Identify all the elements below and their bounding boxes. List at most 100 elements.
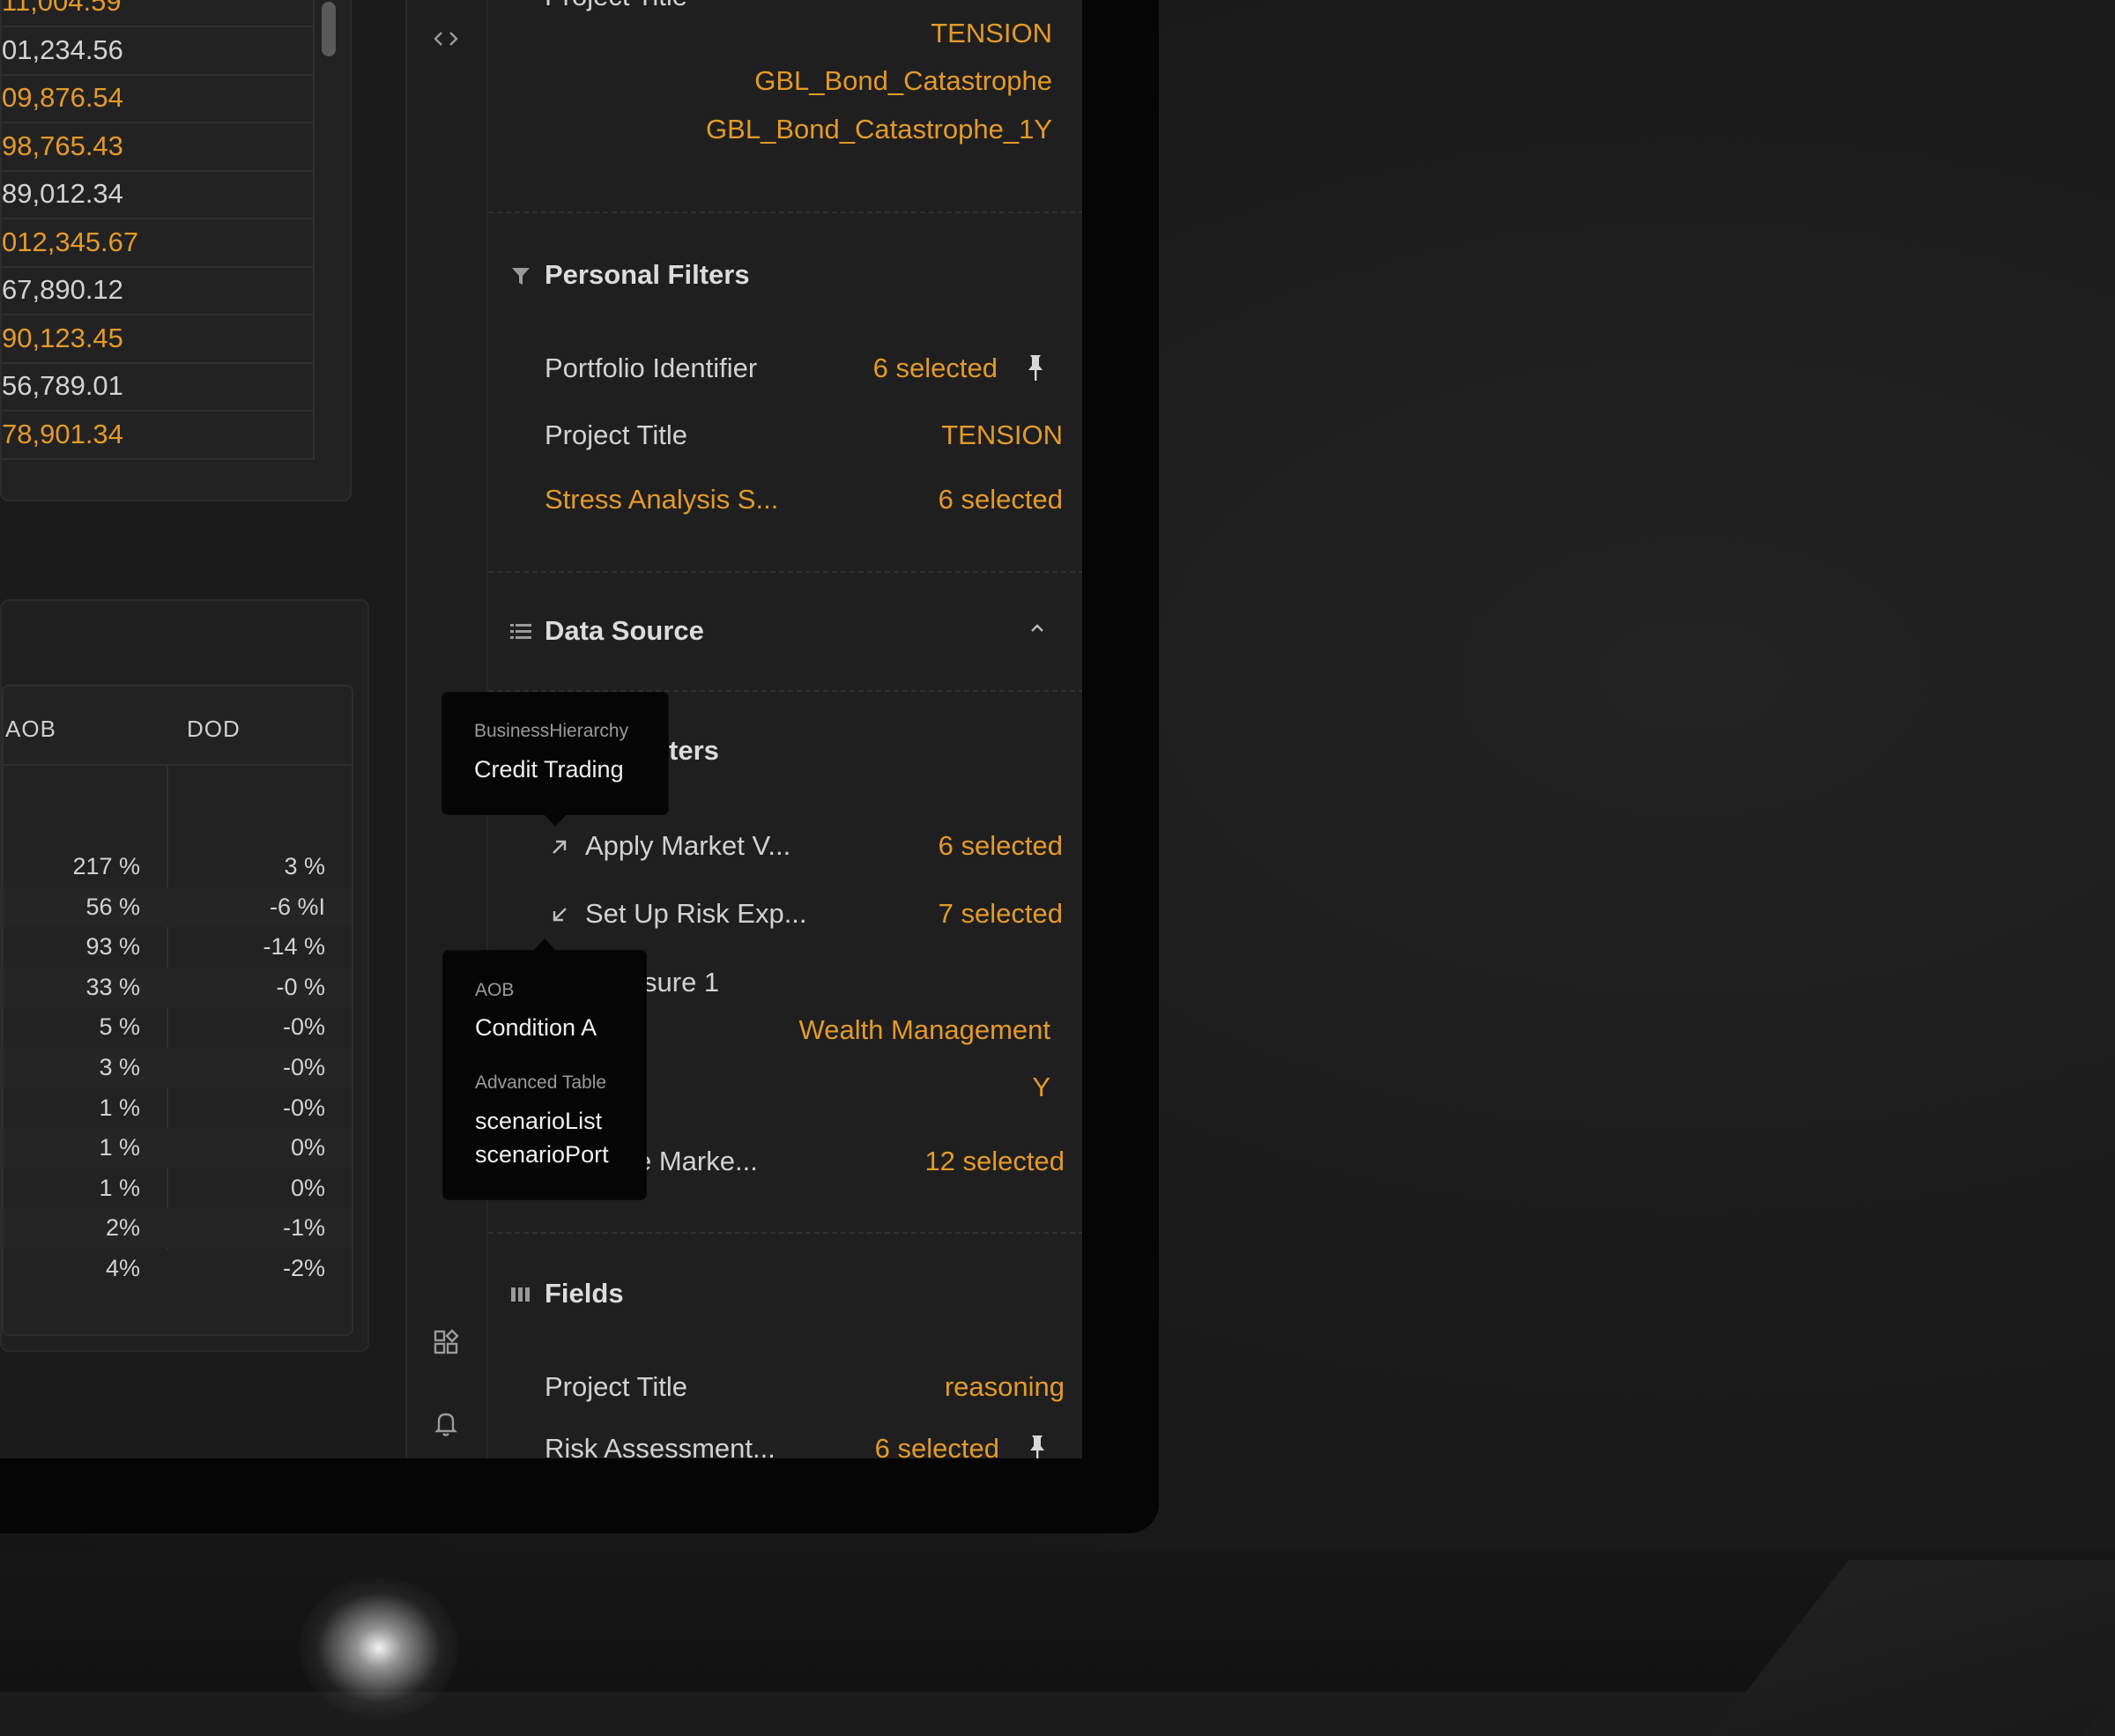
value-row[interactable]: 09,876.54	[2, 74, 315, 123]
apply-market-value[interactable]: 6 selected	[939, 827, 1063, 865]
value-cell: 78,901.34	[2, 418, 123, 449]
monitor-screen: 11,004.59 01,234.56 09,876.54 98,765.43 89,0…	[0, 0, 1082, 1458]
cutoff-label: Project Title	[545, 0, 687, 16]
arrow-down-left-icon	[553, 908, 567, 922]
fields-title[interactable]: Fields	[545, 1278, 624, 1309]
value-row[interactable]: 01,234.56	[2, 26, 315, 76]
percent-table: AOB DOD 217 % 3 % 56 % -6 %I 93 % -14 % 33 % -0…	[2, 685, 353, 1336]
bell-icon[interactable]	[430, 1407, 462, 1439]
table-row[interactable]: 1 % 0%	[4, 1128, 352, 1168]
table-row[interactable]: 4% -2%	[4, 1249, 352, 1288]
top-value-2[interactable]: GBL_Bond_Catastrophe	[754, 65, 1052, 97]
value-cell: 012,345.67	[2, 226, 139, 257]
aob-cell: 5 %	[99, 1013, 140, 1041]
arrow-up-right-icon	[553, 840, 567, 854]
chevron-up-icon[interactable]	[1026, 617, 1049, 646]
value-cell: 01,234.56	[2, 33, 123, 65]
value-cell: 11,004.59	[2, 0, 122, 17]
risk-assessment-value[interactable]: 6 selected	[875, 1429, 999, 1458]
setup-risk-row[interactable]: Set Up Risk Exp... 7 selected	[545, 894, 1063, 933]
pin-icon[interactable]	[1026, 352, 1045, 384]
risk-assessment-label: Risk Assessment...	[545, 1433, 776, 1458]
stress-analysis-value[interactable]: 6 selected	[939, 480, 1063, 519]
table-row[interactable]: 1 % 0%	[4, 1168, 352, 1208]
market-row[interactable]: e Marke... 12 selected	[636, 1142, 1065, 1181]
top-value-1[interactable]: TENSION	[931, 18, 1052, 49]
dod-cell: -0%	[282, 1054, 325, 1080]
value-cell: 67,890.12	[2, 274, 123, 305]
value-row[interactable]: 78,901.34	[2, 410, 315, 460]
table-row[interactable]: 93 % -14 %	[4, 927, 352, 967]
risk-assessment-row[interactable]: Risk Assessment... 6 selected	[545, 1429, 1058, 1458]
section-divider	[488, 690, 1082, 692]
measure-label: sure 1	[643, 967, 720, 998]
tooltip-value-aob: Condition A	[475, 1014, 597, 1041]
setup-risk-label: Set Up Risk Exp...	[585, 898, 807, 929]
aob-cell: 3 %	[99, 1054, 140, 1080]
tooltip-aob: AOB Condition A Advanced Table scenarioL…	[443, 938, 646, 1199]
data-source-title[interactable]: Data Source	[545, 615, 704, 647]
table-row[interactable]: 5 % -0%	[4, 1007, 352, 1047]
market-label: e Marke...	[636, 1146, 758, 1176]
aob-cell: 33 %	[85, 973, 140, 1000]
aob-cell: 1 %	[99, 1134, 140, 1161]
dod-cell: 3 %	[284, 853, 325, 879]
measure-row[interactable]: sure 1	[643, 963, 1058, 1002]
fields-project-title-value[interactable]: reasoning	[945, 1368, 1065, 1406]
stress-analysis-label[interactable]: Stress Analysis S...	[545, 480, 778, 519]
stress-analysis-row[interactable]: Stress Analysis S... 6 selected	[545, 480, 1063, 519]
value-cell: 89,012.34	[2, 178, 123, 209]
portfolio-identifier-value[interactable]: 6 selected	[873, 349, 998, 388]
portfolio-identifier-label: Portfolio Identifier	[545, 352, 758, 383]
table-row[interactable]: 33 % -0 %	[4, 967, 352, 1007]
tooltip-value-scenario-list: scenarioList	[475, 1108, 603, 1134]
value-row[interactable]: 11,004.59	[2, 0, 315, 27]
table-row[interactable]: 217 % 3 %	[4, 847, 352, 887]
project-title-value[interactable]: TENSION	[941, 416, 1063, 455]
columns-icon	[508, 1281, 534, 1308]
portfolio-identifier-row[interactable]: Portfolio Identifier 6 selected	[545, 349, 1058, 388]
tooltip-business-hierarchy: BusinessHierarchy Credit Trading	[442, 693, 668, 827]
y-value[interactable]: Y	[1032, 1072, 1050, 1103]
code-brackets-icon[interactable]	[430, 23, 462, 55]
market-value[interactable]: 12 selected	[924, 1142, 1065, 1181]
column-header-aob[interactable]: AOB	[5, 716, 56, 743]
project-title-row[interactable]: Project Title TENSION	[545, 416, 1063, 455]
personal-filters-title[interactable]: Personal Filters	[545, 259, 750, 291]
values-scrollbar[interactable]	[322, 2, 336, 56]
section-divider	[488, 211, 1082, 213]
floor-light-glow	[300, 1577, 458, 1718]
dod-cell: -0 %	[276, 973, 325, 1000]
dod-cell: 0%	[290, 1174, 325, 1201]
column-header-dod[interactable]: DOD	[187, 716, 241, 743]
aob-cell: 217 %	[72, 853, 140, 879]
value-row[interactable]: 89,012.34	[2, 170, 315, 219]
table-row[interactable]: 1 % -0%	[4, 1088, 352, 1128]
project-title-label: Project Title	[545, 419, 687, 450]
fields-project-title-label: Project Title	[545, 1371, 687, 1402]
values-card: 11,004.59 01,234.56 09,876.54 98,765.43 89,0…	[0, 0, 352, 501]
fields-project-title-row[interactable]: Project Title reasoning	[545, 1368, 1065, 1406]
pin-icon[interactable]	[1028, 1433, 1047, 1458]
sub-filters-title[interactable]: ters	[669, 735, 719, 767]
widgets-icon[interactable]	[430, 1326, 462, 1358]
filter-icon	[508, 263, 534, 289]
dod-cell: -0%	[282, 1094, 325, 1121]
value-row[interactable]: 56,789.01	[2, 362, 315, 412]
tooltip-value: Credit Trading	[474, 756, 624, 783]
table-row[interactable]: 3 % -0%	[4, 1048, 352, 1087]
value-row[interactable]: 90,123.45	[2, 314, 315, 364]
value-row[interactable]: 67,890.12	[2, 266, 315, 315]
tooltip-label-advanced-table: Advanced Table	[475, 1072, 607, 1093]
setup-risk-value[interactable]: 7 selected	[939, 894, 1063, 933]
top-value-3[interactable]: GBL_Bond_Catastrophe_1Y	[706, 114, 1052, 145]
tooltip-label: BusinessHierarchy	[474, 721, 629, 741]
value-row[interactable]: 98,765.43	[2, 122, 315, 172]
wealth-management-value[interactable]: Wealth Management	[799, 1014, 1050, 1046]
table-row[interactable]: 2% -1%	[4, 1208, 352, 1249]
aob-cell: 2%	[105, 1214, 140, 1242]
dod-cell: -6 %I	[269, 893, 325, 920]
table-row[interactable]: 56 % -6 %I	[4, 887, 352, 927]
value-row[interactable]: 012,345.67	[2, 218, 315, 268]
apply-market-row[interactable]: Apply Market V... 6 selected	[545, 827, 1063, 865]
